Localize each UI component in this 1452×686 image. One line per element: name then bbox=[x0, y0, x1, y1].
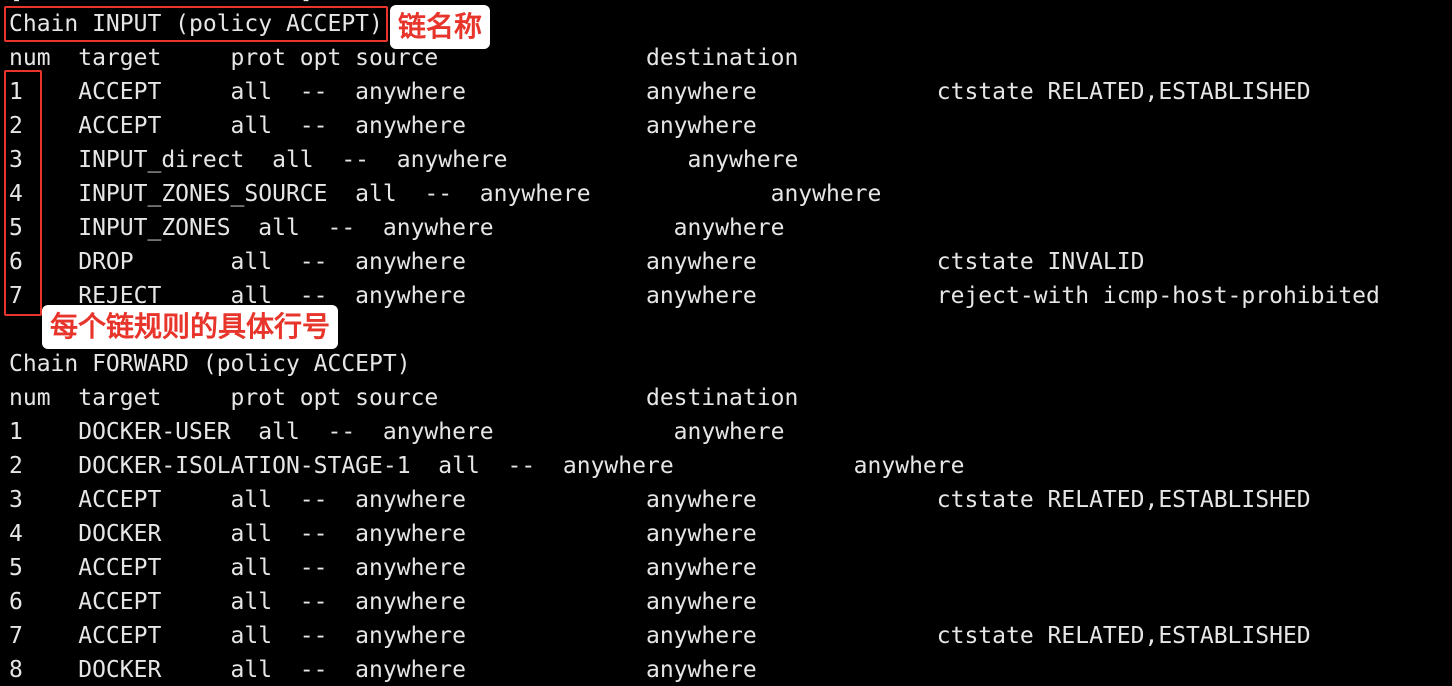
input-rule-row: 2 ACCEPT all -- anywhere anywhere bbox=[9, 113, 757, 139]
row-number-callout: 每个链规则的具体行号 bbox=[42, 305, 339, 349]
forward-rule-row: 7 ACCEPT all -- anywhere anywhere ctstat… bbox=[9, 623, 1311, 649]
input-rule-row: 5 INPUT_ZONES all -- anywhere anywhere bbox=[9, 215, 785, 241]
input-rule-row: 6 DROP all -- anywhere anywhere ctstate … bbox=[9, 249, 1145, 275]
forward-rule-row: 3 ACCEPT all -- anywhere anywhere ctstat… bbox=[9, 487, 1311, 513]
input-rule-row: 1 ACCEPT all -- anywhere anywhere ctstat… bbox=[9, 79, 1311, 105]
input-rule-row: 4 INPUT_ZONES_SOURCE all -- anywhere any… bbox=[9, 181, 882, 207]
forward-chain-columns: num target prot opt source destination bbox=[9, 385, 799, 411]
input-rule-row: 3 INPUT_direct all -- anywhere anywhere bbox=[9, 147, 799, 173]
forward-rule-row: 1 DOCKER-USER all -- anywhere anywhere bbox=[9, 419, 785, 445]
chain-name-highlight-box bbox=[4, 6, 388, 42]
row-number-highlight-box bbox=[4, 70, 42, 316]
chain-name-callout: 链名称 bbox=[390, 5, 491, 49]
forward-rule-row: 6 ACCEPT all -- anywhere anywhere bbox=[9, 589, 757, 615]
forward-rule-row: 2 DOCKER-ISOLATION-STAGE-1 all -- anywhe… bbox=[9, 453, 965, 479]
terminal-window[interactable]: [ ] Chain INPUT (policy ACCEPT) num targ… bbox=[0, 0, 1452, 686]
forward-chain-header: Chain FORWARD (policy ACCEPT) bbox=[9, 351, 411, 377]
forward-rule-row: 8 DOCKER all -- anywhere anywhere bbox=[9, 657, 757, 683]
forward-rule-row: 4 DOCKER all -- anywhere anywhere bbox=[9, 521, 757, 547]
forward-rule-row: 5 ACCEPT all -- anywhere anywhere bbox=[9, 555, 757, 581]
